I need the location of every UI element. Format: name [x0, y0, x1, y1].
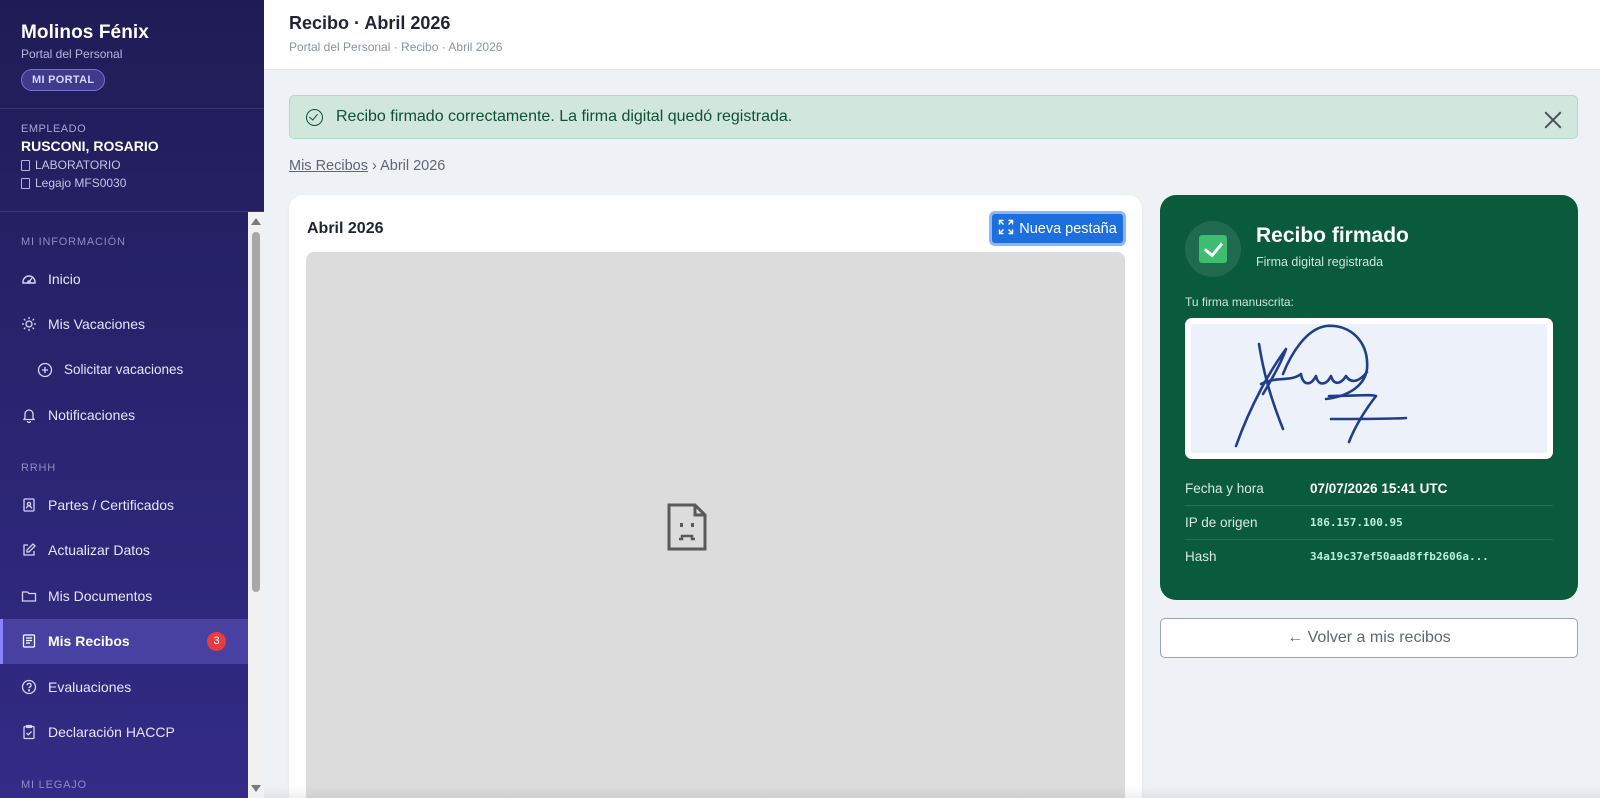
sidebar-item-notificaciones[interactable]: Notificaciones — [0, 393, 248, 439]
folder-icon — [20, 587, 38, 605]
handwritten-signature — [1234, 324, 1408, 448]
brand-name: Molinos Fénix — [21, 22, 149, 43]
sidebar-item-mis-recibos[interactable]: Mis Recibos 3 — [0, 618, 248, 664]
sidebar-item-label: Notificaciones — [48, 407, 136, 424]
scrollbar-thumb[interactable] — [252, 232, 260, 592]
sidebar-item-evaluaciones[interactable]: Evaluaciones — [0, 664, 248, 710]
pdf-embed-frame[interactable] — [306, 252, 1125, 798]
badge-icon — [20, 496, 38, 514]
nav-section-title: MI INFORMACIÓN — [21, 236, 126, 248]
scroll-down-arrow-icon[interactable] — [251, 785, 261, 792]
signed-status-circle — [1185, 221, 1241, 277]
question-circle-icon — [20, 678, 38, 696]
pdf-viewer-card: Abril 2026 Nueva pestaña — [289, 195, 1142, 798]
portal-badge: MI PORTAL — [21, 69, 106, 91]
signed-subtitle: Firma digital registrada — [1256, 255, 1384, 269]
page-header: Recibo · Abril 2026 Portal del Personal … — [264, 0, 1600, 70]
building-icon — [21, 159, 30, 171]
sidebar: Molinos Fénix Portal del Personal MI POR… — [0, 0, 264, 798]
sidebar-nav: MI INFORMACIÓN Inicio Mis Vacaciones Sol… — [0, 212, 248, 798]
sidebar-item-label: Partes / Certificados — [48, 496, 175, 513]
info-label: IP de origen — [1185, 515, 1258, 530]
employee-department-label: LABORATORIO — [35, 158, 121, 172]
signed-datetime: 07/07/2026 15:41 UTC — [1310, 481, 1448, 496]
sidebar-scrollbar[interactable] — [248, 212, 264, 798]
sidebar-item-label: Evaluaciones — [48, 678, 132, 695]
sidebar-item-label: Solicitar vacaciones — [64, 362, 184, 378]
expand-icon — [998, 219, 1014, 239]
employee-name: RUSCONI, ROSARIO — [21, 138, 159, 154]
sidebar-item-label: Mis Vacaciones — [48, 316, 146, 333]
pdf-title: Abril 2026 — [307, 220, 384, 237]
bottom-fade — [264, 786, 1600, 798]
employee-legajo: Legajo MFS0030 — [21, 176, 244, 190]
info-label: Hash — [1185, 548, 1217, 564]
open-new-tab-button[interactable]: Nueva pestaña — [989, 211, 1126, 246]
nav-section-title: RRHH — [21, 462, 56, 474]
nav-section-title: MI LEGAJO — [21, 779, 87, 791]
signed-receipt-card: Recibo firmado Firma digital registrada … — [1160, 195, 1578, 600]
alert-message: Recibo firmado correctamente. La firma d… — [336, 108, 793, 125]
breadcrumb-separator: › — [372, 158, 377, 174]
sidebar-item-partes-certificados[interactable]: Partes / Certificados — [0, 482, 248, 528]
sidebar-item-actualizar-datos[interactable]: Actualizar Datos — [0, 528, 248, 574]
sidebar-item-label: Declaración HACCP — [48, 724, 175, 741]
plus-circle-icon — [36, 361, 54, 379]
sidebar-item-label: Inicio — [48, 270, 81, 287]
signature-label: Tu firma manuscrita: — [1185, 295, 1294, 309]
sidebar-item-solicitar-vacaciones[interactable]: Solicitar vacaciones — [0, 347, 248, 393]
signature-canvas — [1191, 324, 1547, 453]
sidebar-item-label: Mis Recibos — [48, 633, 130, 650]
broken-document-icon — [667, 503, 707, 551]
breadcrumb-current: Abril 2026 — [380, 158, 446, 174]
close-icon[interactable] — [1543, 110, 1563, 130]
sidebar-item-inicio[interactable]: Inicio — [0, 256, 248, 302]
scroll-up-arrow-icon[interactable] — [251, 218, 261, 225]
signed-title: Recibo firmado — [1256, 224, 1409, 247]
breadcrumb: Mis Recibos › Abril 2026 — [289, 158, 445, 174]
brand-block: Molinos Fénix Portal del Personal MI POR… — [0, 0, 264, 109]
dashboard-icon — [20, 270, 38, 288]
clipboard-check-icon — [20, 723, 38, 741]
check-circle-icon — [306, 108, 323, 126]
edit-icon — [20, 541, 38, 559]
sidebar-item-label: Actualizar Datos — [48, 542, 150, 559]
employee-legajo-label: Legajo MFS0030 — [35, 176, 127, 190]
sidebar-item-vacaciones[interactable]: Mis Vacaciones — [0, 302, 248, 348]
signature-box — [1185, 318, 1553, 459]
info-label: Fecha y hora — [1185, 481, 1264, 496]
brand-subtitle: Portal del Personal — [21, 47, 123, 61]
employee-department: LABORATORIO — [21, 158, 244, 172]
back-to-receipts-button[interactable]: ← Volver a mis recibos — [1160, 618, 1578, 658]
info-row-fecha: Fecha y hora 07/07/2026 15:41 UTC — [1185, 472, 1553, 506]
sidebar-item-declaracion-haccp[interactable]: Declaración HACCP — [0, 710, 248, 756]
employee-card: EMPLEADO RUSCONI, ROSARIO LABORATORIO Le… — [0, 109, 264, 212]
bell-icon — [20, 406, 38, 424]
sidebar-item-label: Mis Documentos — [48, 587, 153, 604]
checkbox-checked-icon — [1199, 235, 1227, 263]
header-breadcrumb: Portal del Personal · Recibo · Abril 202… — [289, 40, 503, 54]
info-row-ip: IP de origen 186.157.100.95 — [1185, 506, 1553, 540]
signed-hash: 34a19c37ef50aad8ffb2606a... — [1310, 549, 1489, 563]
breadcrumb-link-mis-recibos[interactable]: Mis Recibos — [289, 158, 368, 174]
sun-icon — [20, 315, 38, 333]
receipt-icon — [20, 632, 38, 650]
signed-ip: 186.157.100.95 — [1310, 516, 1403, 529]
sidebar-item-mis-documentos[interactable]: Mis Documentos — [0, 573, 248, 619]
unread-count-badge: 3 — [207, 631, 226, 651]
employee-label: EMPLEADO — [21, 123, 87, 135]
success-alert: Recibo firmado correctamente. La firma d… — [289, 95, 1578, 139]
page-title: Recibo · Abril 2026 — [289, 13, 451, 33]
open-new-tab-label: Nueva pestaña — [1019, 220, 1117, 237]
id-card-icon — [21, 177, 30, 189]
info-row-hash: Hash 34a19c37ef50aad8ffb2606a... — [1185, 539, 1553, 573]
